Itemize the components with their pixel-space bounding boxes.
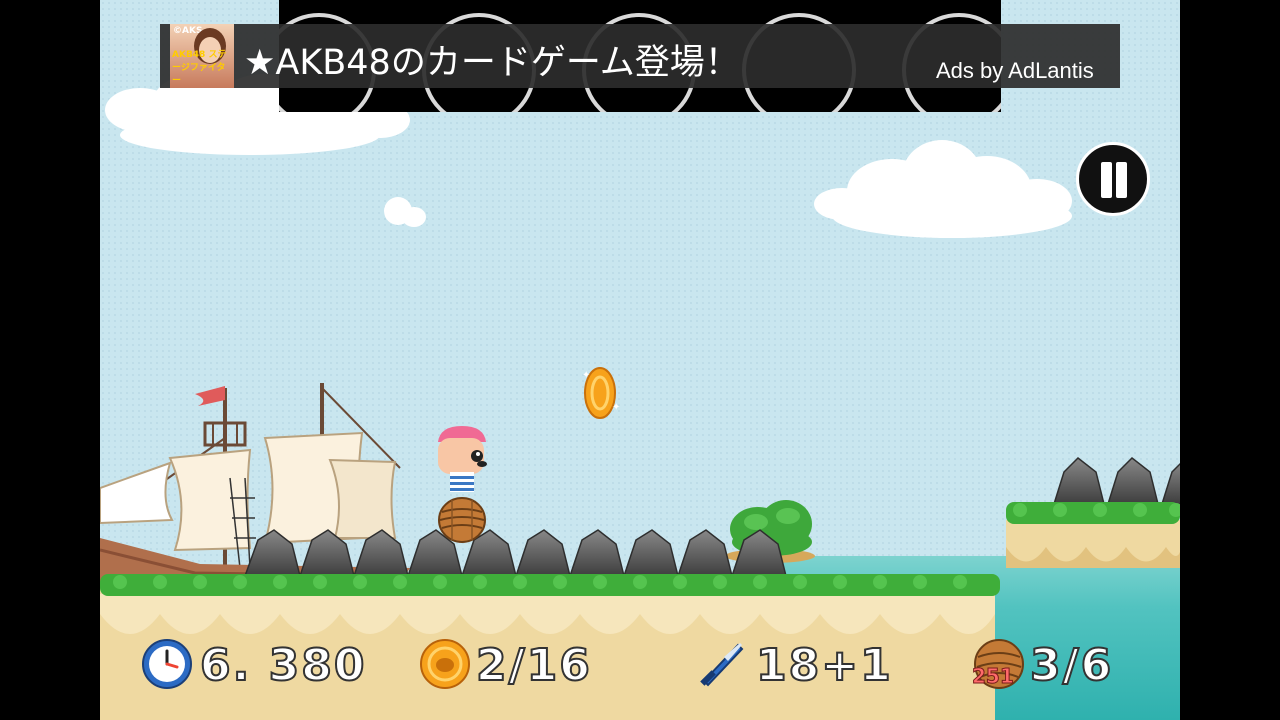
barrels-value: 3/6 (1029, 639, 1114, 692)
rock-row (243, 529, 787, 577)
pause-button[interactable] (1076, 142, 1150, 216)
hud-time: 6. 380 (140, 636, 366, 692)
ad-title[interactable]: ★AKB48のカードゲーム登場！ (244, 34, 740, 85)
coins-value: 2/16 (475, 639, 592, 692)
cloud-small (384, 197, 426, 227)
time-value: 6. 380 (199, 639, 367, 692)
barrel-badge: 251 (972, 664, 1015, 689)
svg-text:✦: ✦ (582, 370, 590, 381)
clock-icon (142, 639, 192, 689)
cloud-right (814, 140, 1072, 238)
ad-thumbnail-caption: AKB48 ステージファイター (172, 50, 227, 86)
sword-icon (700, 643, 744, 687)
hud-barrels: 251 3/6 (972, 636, 1132, 692)
coin-icon (420, 639, 470, 689)
ad-thumbnail[interactable]: ©AKS AKB48 ステージファイター (170, 24, 234, 88)
ad-credit: Ads by AdLantis (936, 58, 1094, 83)
hud-coins: 2/16 (418, 636, 598, 692)
game-screen: ✦ ✦ ©AKS AKB48 ステージファイター ★AKB48のカードゲーム登場… (0, 0, 1280, 720)
hud-swords: 18+1 (694, 636, 892, 692)
game-viewport: ✦ ✦ ©AKS AKB48 ステージファイター ★AKB48のカードゲーム登場… (100, 0, 1180, 720)
gold-coin: ✦ ✦ (582, 367, 620, 419)
svg-text:✦: ✦ (612, 402, 620, 413)
right-platform (1006, 457, 1180, 568)
pirate-player (438, 426, 487, 543)
swords-value: 18+1 (755, 639, 893, 692)
